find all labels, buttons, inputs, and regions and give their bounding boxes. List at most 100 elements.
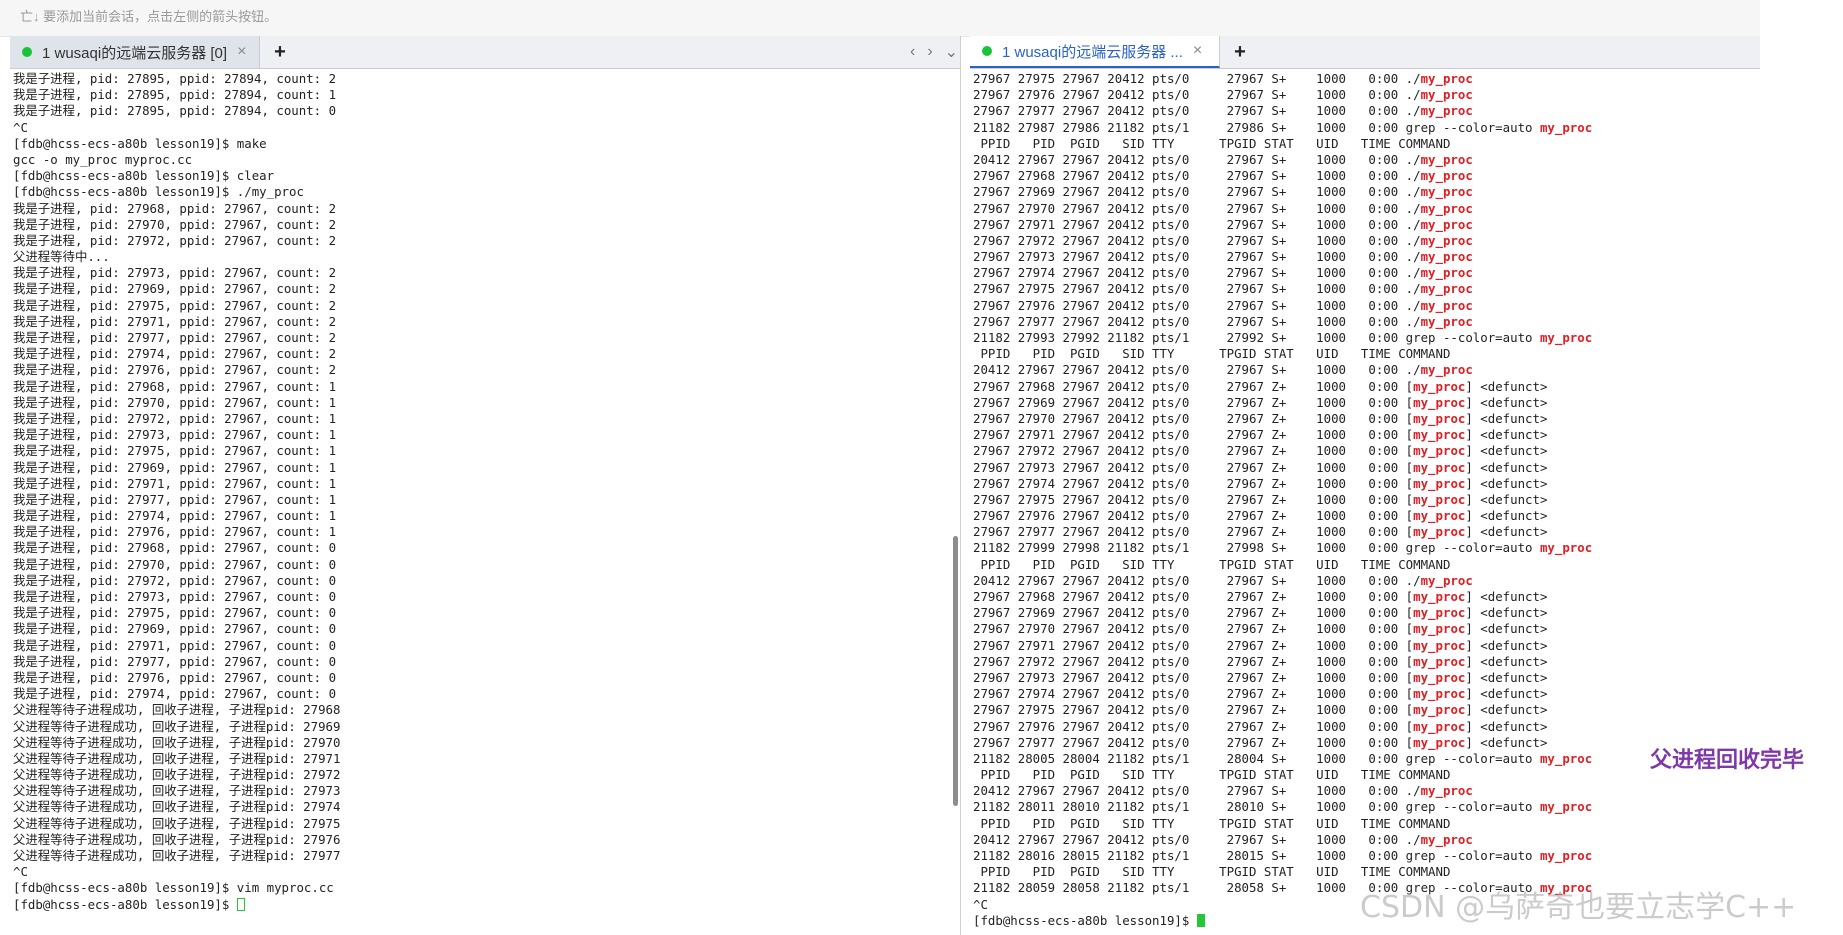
terminal-line: 父进程等待子进程成功, 回收子进程, 子进程pid: 27974 xyxy=(13,799,341,815)
tab-bar-right: 1 wusaqi的远端云服务器 ... × + xyxy=(970,36,1760,69)
terminal-line: 27967 27970 27967 20412 pts/0 27967 Z+ 1… xyxy=(973,621,1548,637)
tab-title: 1 wusaqi的远端云服务器 ... xyxy=(1002,43,1183,61)
terminal-line: 父进程等待子进程成功, 回收子进程, 子进程pid: 27977 xyxy=(13,848,341,863)
terminal-line: 27967 27971 27967 20412 pts/0 27967 S+ 1… xyxy=(973,216,1473,232)
add-tab-button[interactable]: + xyxy=(1228,36,1252,68)
terminal-line: 27967 27973 27967 20412 pts/0 27967 Z+ 1… xyxy=(973,459,1548,475)
terminal-line: 20412 27967 27967 20412 pts/0 27967 S+ 1… xyxy=(973,362,1473,378)
terminal-line: 27967 27975 27967 20412 pts/0 27967 Z+ 1… xyxy=(973,702,1548,718)
terminal-line: PPID PID PGID SID TTY TPGID STAT UID TIM… xyxy=(973,346,1451,362)
tab-remote-server-1[interactable]: 1 wusaqi的远端云服务器 ... × xyxy=(970,36,1220,68)
terminal-line: 21182 28005 28004 21182 pts/1 28004 S+ 1… xyxy=(973,750,1593,766)
terminal-line: 我是子进程, pid: 27970, ppid: 27967, count: 0 xyxy=(13,556,337,572)
terminal-line: 27967 27975 27967 20412 pts/0 27967 S+ 1… xyxy=(973,281,1473,297)
terminal-pane-right: 1 wusaqi的远端云服务器 ... × + 27967 27975 2796… xyxy=(970,36,1760,935)
terminal-line: 27967 27972 27967 20412 pts/0 27967 Z+ 1… xyxy=(973,443,1548,459)
tab-navigation: ‹ › ⌄ xyxy=(910,36,958,68)
terminal-line: 我是子进程, pid: 27977, ppid: 27967, count: 0 xyxy=(13,653,337,669)
terminal-line: 我是子进程, pid: 27968, ppid: 27967, count: 2 xyxy=(13,200,337,216)
chevron-left-icon[interactable]: ‹ xyxy=(910,43,915,61)
terminal-line: 我是子进程, pid: 27970, ppid: 27967, count: 1 xyxy=(13,394,337,410)
terminal-line: 我是子进程, pid: 27968, ppid: 27967, count: 0 xyxy=(13,540,337,556)
terminal-line: 27967 27968 27967 20412 pts/0 27967 S+ 1… xyxy=(973,168,1473,184)
tab-remote-server-0[interactable]: 1 wusaqi的远端云服务器 [0] × xyxy=(10,36,260,68)
terminal-line: 21182 28011 28010 21182 pts/1 28010 S+ 1… xyxy=(973,799,1593,815)
terminal-line: 27967 27975 27967 20412 pts/0 27967 Z+ 1… xyxy=(973,491,1548,507)
terminal-line: 父进程等待子进程成功, 回收子进程, 子进程pid: 27973 xyxy=(13,783,341,799)
terminal-line: 我是子进程, pid: 27974, ppid: 27967, count: 1 xyxy=(13,508,337,524)
scrollbar-thumb[interactable] xyxy=(953,536,958,806)
terminal-line: 21182 27993 27992 21182 pts/1 27992 S+ 1… xyxy=(973,330,1593,345)
terminal-line: ^C xyxy=(13,864,28,880)
terminal-line: 27967 27976 27967 20412 pts/0 27967 Z+ 1… xyxy=(973,718,1548,734)
terminal-line: 我是子进程, pid: 27969, ppid: 27967, count: 0 xyxy=(13,621,337,637)
terminal-line: 我是子进程, pid: 27971, ppid: 27967, count: 2 xyxy=(13,313,337,329)
terminal-line: 21182 27999 27998 21182 pts/1 27998 S+ 1… xyxy=(973,540,1593,556)
terminal-line: 我是子进程, pid: 27974, ppid: 27967, count: 2 xyxy=(13,346,337,362)
terminal-line: 27967 27976 27967 20412 pts/0 27967 S+ 1… xyxy=(973,87,1473,103)
terminal-line: 27967 27972 27967 20412 pts/0 27967 S+ 1… xyxy=(973,232,1473,248)
terminal-line: PPID PID PGID SID TTY TPGID STAT UID TIM… xyxy=(973,556,1451,572)
terminal-line: 27967 27973 27967 20412 pts/0 27967 S+ 1… xyxy=(973,249,1473,265)
terminal-line: 27967 27976 27967 20412 pts/0 27967 S+ 1… xyxy=(973,297,1473,313)
terminal-line: 27967 27969 27967 20412 pts/0 27967 Z+ 1… xyxy=(973,605,1548,621)
hint-text: 亡↓ 要添加当前会话，点击左侧的箭头按钮。 xyxy=(20,9,278,24)
terminal-line: 27967 27977 27967 20412 pts/0 27967 Z+ 1… xyxy=(973,734,1548,750)
terminal-line: 27967 27969 27967 20412 pts/0 27967 Z+ 1… xyxy=(973,394,1548,410)
terminal-line: 我是子进程, pid: 27970, ppid: 27967, count: 2 xyxy=(13,216,337,232)
terminal-line: 27967 27975 27967 20412 pts/0 27967 S+ 1… xyxy=(973,71,1473,86)
terminal-line: 27967 27968 27967 20412 pts/0 27967 Z+ 1… xyxy=(973,589,1548,604)
terminal-line: 27967 27971 27967 20412 pts/0 27967 Z+ 1… xyxy=(973,427,1548,443)
terminal-pane-left: 1 wusaqi的远端云服务器 [0] × + ‹ › ⌄ 我是子进程, pid… xyxy=(10,36,961,935)
terminal-line: 27967 27977 27967 20412 pts/0 27967 S+ 1… xyxy=(973,103,1473,119)
terminal-line: 27967 27972 27967 20412 pts/0 27967 Z+ 1… xyxy=(973,653,1548,669)
terminal-line: 我是子进程, pid: 27973, ppid: 27967, count: 1 xyxy=(13,427,337,443)
terminal-line: PPID PID PGID SID TTY TPGID STAT UID TIM… xyxy=(973,864,1451,880)
terminal-line: 20412 27967 27967 20412 pts/0 27967 S+ 1… xyxy=(973,783,1473,799)
terminal-line: 我是子进程, pid: 27976, ppid: 27967, count: 2 xyxy=(13,362,337,378)
terminal-line: 我是子进程, pid: 27973, ppid: 27967, count: 0 xyxy=(13,589,337,604)
terminal-line: 27967 27976 27967 20412 pts/0 27967 Z+ 1… xyxy=(973,508,1548,524)
terminal-line: ^C xyxy=(13,119,28,135)
terminal-line: 20412 27967 27967 20412 pts/0 27967 S+ 1… xyxy=(973,572,1473,588)
terminal-line: 我是子进程, pid: 27975, ppid: 27967, count: 2 xyxy=(13,297,337,313)
terminal-line: 27967 27977 27967 20412 pts/0 27967 Z+ 1… xyxy=(973,524,1548,540)
terminal-output-left[interactable]: 我是子进程, pid: 27895, ppid: 27894, count: 2… xyxy=(10,71,960,935)
terminal-line: 父进程等待子进程成功, 回收子进程, 子进程pid: 27975 xyxy=(13,815,341,831)
terminal-line: [fdb@hcss-ecs-a80b lesson19]$ make xyxy=(13,135,267,151)
terminal-line: 27967 27970 27967 20412 pts/0 27967 Z+ 1… xyxy=(973,410,1548,426)
terminal-line: 我是子进程, pid: 27972, ppid: 27967, count: 1 xyxy=(13,410,337,426)
terminal-line: 27967 27973 27967 20412 pts/0 27967 Z+ 1… xyxy=(973,669,1548,685)
close-icon[interactable]: × xyxy=(237,43,246,61)
terminal-line: [fdb@hcss-ecs-a80b lesson19]$ vim myproc… xyxy=(13,880,334,896)
terminal-line: 27967 27974 27967 20412 pts/0 27967 Z+ 1… xyxy=(973,686,1548,702)
terminal-line: 我是子进程, pid: 27977, ppid: 27967, count: 1 xyxy=(13,491,337,507)
terminal-line: 27967 27971 27967 20412 pts/0 27967 Z+ 1… xyxy=(973,637,1548,653)
add-tab-button[interactable]: + xyxy=(268,36,292,68)
terminal-line: 27967 27974 27967 20412 pts/0 27967 Z+ 1… xyxy=(973,475,1548,491)
terminal-line: 我是子进程, pid: 27976, ppid: 27967, count: 1 xyxy=(13,524,337,540)
terminal-line: 21182 28016 28015 21182 pts/1 28015 S+ 1… xyxy=(973,848,1593,863)
terminal-line: 我是子进程, pid: 27972, ppid: 27967, count: 0 xyxy=(13,572,337,588)
terminal-line: 20412 27967 27967 20412 pts/0 27967 S+ 1… xyxy=(973,151,1473,167)
terminal-line: 我是子进程, pid: 27975, ppid: 27967, count: 1 xyxy=(13,443,337,459)
terminal-line: 我是子进程, pid: 27969, ppid: 27967, count: 1 xyxy=(13,459,337,475)
terminal-line: 27967 27970 27967 20412 pts/0 27967 S+ 1… xyxy=(973,200,1473,216)
terminal-line: PPID PID PGID SID TTY TPGID STAT UID TIM… xyxy=(973,135,1451,151)
chevron-down-icon[interactable]: ⌄ xyxy=(945,42,958,62)
connected-status-icon xyxy=(982,46,992,56)
terminal-line: 我是子进程, pid: 27969, ppid: 27967, count: 2 xyxy=(13,281,337,297)
terminal-line: [fdb@hcss-ecs-a80b lesson19]$ xyxy=(10,897,960,913)
close-icon[interactable]: × xyxy=(1193,42,1202,60)
terminal-line: PPID PID PGID SID TTY TPGID STAT UID TIM… xyxy=(973,767,1451,783)
terminal-line: 父进程等待子进程成功, 回收子进程, 子进程pid: 27970 xyxy=(13,734,341,750)
terminal-line: 我是子进程, pid: 27972, ppid: 27967, count: 2 xyxy=(13,232,337,248)
terminal-output-right[interactable]: 27967 27975 27967 20412 pts/0 27967 S+ 1… xyxy=(970,71,1760,935)
terminal-cursor xyxy=(1196,913,1205,927)
terminal-line: 父进程等待子进程成功, 回收子进程, 子进程pid: 27969 xyxy=(13,718,341,734)
terminal-line: 我是子进程, pid: 27971, ppid: 27967, count: 1 xyxy=(13,475,337,491)
chevron-right-icon[interactable]: › xyxy=(927,43,932,61)
hint-bar: 亡↓ 要添加当前会话，点击左侧的箭头按钮。 xyxy=(0,0,1760,37)
terminal-line: 我是子进程, pid: 27971, ppid: 27967, count: 0 xyxy=(13,637,337,653)
terminal-line: 我是子进程, pid: 27895, ppid: 27894, count: 0 xyxy=(13,103,337,119)
